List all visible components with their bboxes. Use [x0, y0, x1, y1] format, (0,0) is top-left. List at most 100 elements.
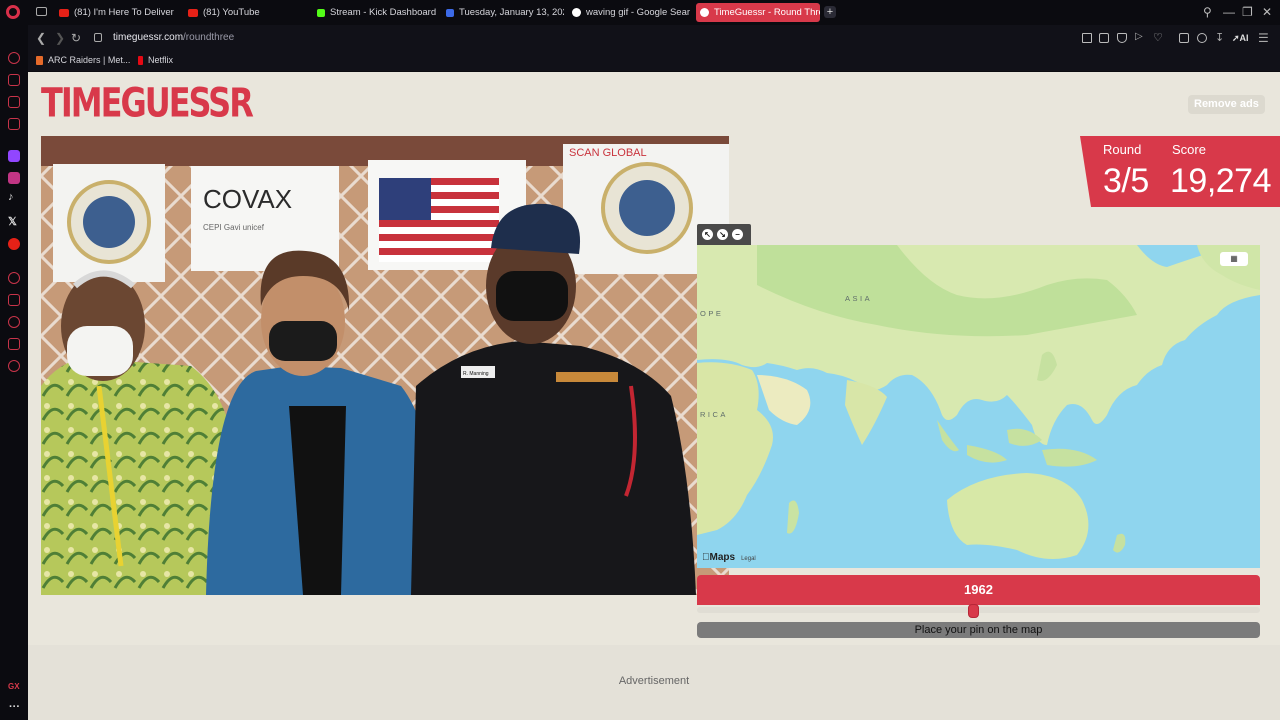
tab-kick-dashboard[interactable]: Stream - Kick Dashboard	[313, 3, 438, 22]
score-panel: Round Score 3/5 19,274	[1080, 136, 1280, 207]
play-icon[interactable]: ▷	[1135, 31, 1143, 42]
reload-icon[interactable]: ↻	[71, 31, 81, 45]
google-icon	[572, 8, 581, 17]
kick-icon	[317, 8, 325, 17]
arc-raiders-icon	[36, 55, 43, 65]
bookmarks-bar: ARC Raiders | Met... Netflix	[28, 51, 1280, 71]
extensions-cube-icon[interactable]	[1179, 33, 1189, 43]
lock-icon[interactable]	[94, 33, 102, 42]
url-path: /roundthree	[183, 32, 235, 43]
map-label-africa: RICA	[700, 410, 728, 419]
world-map-image	[697, 245, 1260, 568]
tab-timeguessr[interactable]: TimeGuessr - Round Thre	[696, 3, 820, 22]
heart-icon[interactable]: ♡	[1153, 31, 1163, 44]
pin-icon[interactable]	[8, 294, 20, 306]
address-bar: ❮ ❯ ↻ timeguessr.com/roundthree ▷ ♡ ↧ ➚A…	[28, 25, 1280, 51]
timeguessr-icon	[700, 8, 709, 17]
photo-image: COVAX CEPI Gavi unicef SCAN GLOBAL R. Ma…	[41, 136, 729, 595]
place-pin-button[interactable]: Place your pin on the map	[697, 622, 1260, 638]
timeguessr-logo[interactable]: TIMEGUESSR	[41, 83, 254, 123]
shield-icon[interactable]	[1117, 33, 1127, 43]
partner-text: CEPI Gavi unicef	[203, 223, 265, 232]
history-icon[interactable]	[8, 316, 20, 328]
shrink-map-icon[interactable]: ↘	[717, 229, 728, 240]
youtube-sidebar-icon[interactable]	[8, 238, 20, 250]
expand-map-icon[interactable]: ↖	[702, 229, 713, 240]
calendar-icon	[446, 8, 454, 17]
map-label-europe: OPE	[700, 309, 724, 318]
guess-map[interactable]: ASIA OPE RICA ▦ MapsLegal	[697, 245, 1260, 568]
youtube-icon	[59, 8, 69, 17]
bookmark-label: ARC Raiders | Met...	[48, 55, 131, 65]
map-label-asia: ASIA	[845, 294, 873, 303]
maps-brand-text: Maps	[702, 552, 736, 563]
tab-label: (81) I'm Here To Deliver Da	[74, 7, 175, 18]
tab-label: waving gif - Google Searc	[586, 7, 690, 18]
restore-icon[interactable]: ❐	[1242, 5, 1253, 19]
minimize-icon[interactable]: —	[1223, 5, 1235, 19]
tab-label: Tuesday, January 13, 202	[459, 7, 564, 18]
gx-label[interactable]: GX	[8, 682, 20, 691]
year-display: 1962	[697, 575, 1260, 605]
round-value: 3/5	[1103, 162, 1149, 200]
x-icon[interactable]: 𝕏	[8, 215, 17, 228]
url-host: timeguessr.com	[113, 32, 184, 43]
tab-label: TimeGuessr - Round Thre	[714, 7, 820, 18]
shop-icon[interactable]	[8, 74, 20, 86]
forward-icon[interactable]: ❯	[55, 31, 65, 45]
bookmark-netflix[interactable]: Netflix	[138, 55, 173, 65]
download-icon[interactable]: ↧	[1215, 31, 1224, 44]
tab-bar: (81) I'm Here To Deliver Da (81) YouTube…	[0, 0, 1280, 25]
tab-google-search[interactable]: waving gif - Google Searc	[568, 3, 690, 22]
map-toolbar: ↖ ↘ −	[697, 224, 751, 245]
ai-label: AI	[1239, 33, 1249, 43]
aria-ai-button[interactable]: ➚AI	[1232, 33, 1249, 44]
speed-dial-icon[interactable]	[8, 52, 20, 64]
close-icon[interactable]: ✕	[1262, 5, 1272, 19]
more-icon[interactable]: ···	[9, 701, 20, 713]
settings-icon[interactable]	[8, 360, 20, 372]
round-label: Round	[1103, 142, 1142, 157]
twitch-icon[interactable]	[8, 150, 20, 162]
bookmark-label: Netflix	[148, 55, 174, 65]
netflix-icon	[138, 55, 143, 65]
browser-sidebar: ♪ 𝕏 GX ···	[0, 25, 28, 720]
maps-legal-link[interactable]: Legal	[741, 556, 756, 562]
news-icon[interactable]	[8, 96, 20, 108]
opera-logo-icon[interactable]	[6, 5, 20, 19]
instagram-icon[interactable]	[8, 172, 20, 184]
extensions-icon[interactable]	[8, 338, 20, 350]
tab-youtube-video[interactable]: (81) I'm Here To Deliver Da	[55, 3, 175, 22]
tab-overview-icon[interactable]	[36, 7, 47, 16]
map-layers-icon[interactable]: ▦	[1220, 252, 1248, 266]
new-tab-button[interactable]: +	[824, 6, 836, 18]
back-icon[interactable]: ❮	[36, 31, 46, 45]
page-content: TIMEGUESSR Remove ads Round Score 3/5 19…	[28, 72, 1280, 720]
player-icon[interactable]	[8, 272, 20, 284]
scan-global-text: SCAN GLOBAL	[569, 147, 647, 159]
round-photo[interactable]: COVAX CEPI Gavi unicef SCAN GLOBAL R. Ma…	[41, 136, 729, 595]
covax-text: COVAX	[203, 184, 292, 214]
menu-icon[interactable]: ☰	[1258, 31, 1269, 45]
score-value: 19,274	[1170, 162, 1272, 200]
pin-map-icon[interactable]: −	[732, 229, 743, 240]
bookmark-arc-raiders[interactable]: ARC Raiders | Met...	[36, 55, 130, 65]
tab-label: Stream - Kick Dashboard	[330, 7, 437, 18]
youtube-icon	[188, 8, 198, 17]
mail-icon[interactable]	[8, 118, 20, 130]
tab-label: (81) YouTube	[203, 7, 260, 18]
advertisement-label: Advertisement	[618, 675, 690, 687]
year-slider-thumb[interactable]	[968, 604, 979, 618]
search-icon[interactable]: ⚲	[1203, 5, 1212, 19]
profile-icon[interactable]	[1197, 33, 1207, 43]
tab-date[interactable]: Tuesday, January 13, 202	[442, 3, 564, 22]
snapshot-icon[interactable]	[1082, 33, 1092, 43]
tiktok-icon[interactable]: ♪	[8, 191, 14, 203]
apple-maps-logo: MapsLegal	[702, 552, 756, 563]
screenshot-icon[interactable]	[1099, 33, 1109, 43]
name-badge-text: R. Manning	[463, 371, 489, 377]
score-label: Score	[1172, 142, 1206, 157]
url-field[interactable]: timeguessr.com/roundthree	[113, 32, 234, 43]
remove-ads-button[interactable]: Remove ads	[1188, 95, 1265, 114]
tab-youtube[interactable]: (81) YouTube	[184, 3, 304, 22]
